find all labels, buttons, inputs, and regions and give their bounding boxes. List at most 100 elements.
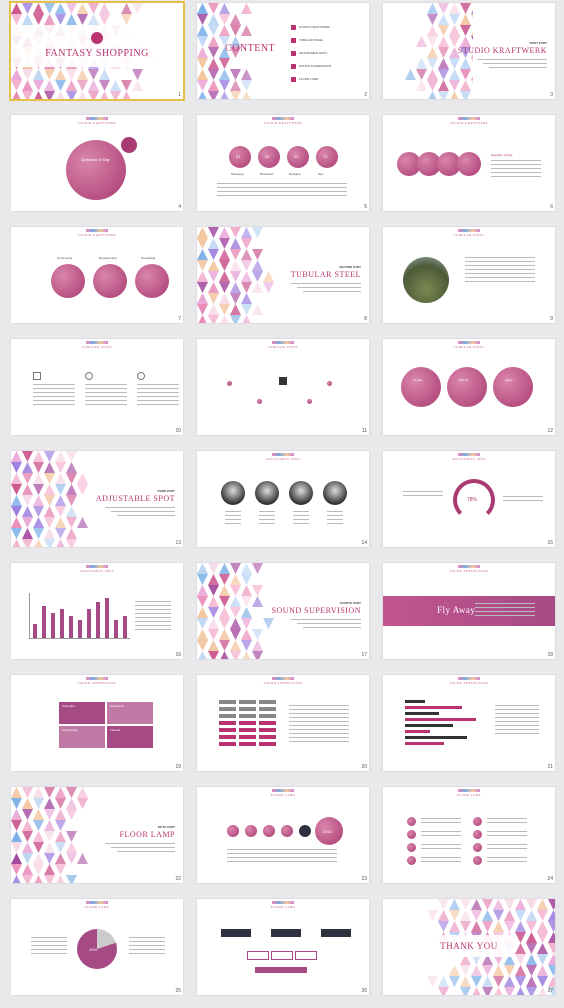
slide-thumbnail[interactable]: TUBULAR STEEL 10 xyxy=(11,339,183,435)
slide-thumbnail[interactable]: STUDIO KRAFTWERK Question of Day 6 xyxy=(383,115,555,211)
text-line xyxy=(135,601,171,602)
slide-header: STUDIO KRAFTWERK xyxy=(11,117,183,125)
text-line xyxy=(303,627,361,628)
slide-title: THANK YOU xyxy=(440,941,498,951)
slide-thumbnail[interactable]: SOUND SUPERVISION Strengths Weakness Opport… xyxy=(11,675,183,771)
crown-icon xyxy=(33,372,41,380)
slide-number: 17 xyxy=(361,652,367,658)
slide-thumbnail[interactable]: FLOOR LAMP 20% 25 xyxy=(11,899,183,995)
text-line xyxy=(327,523,343,524)
hbar-row xyxy=(405,742,444,745)
chart-bar xyxy=(87,609,91,638)
text-line xyxy=(421,835,461,836)
text-line xyxy=(475,611,535,612)
slide-number: 1 xyxy=(178,92,181,98)
slide-header: SOUND SUPERVISION xyxy=(383,565,555,573)
slide-thumbnail[interactable]: STUDIO KRAFTWERK Question of Day 4 xyxy=(11,115,183,211)
text-line xyxy=(135,621,171,622)
slide-thumbnail[interactable]: TUBULAR STEEL 9 xyxy=(383,227,555,323)
hbar-row xyxy=(405,700,425,703)
slide-thumbnail[interactable]: ADJUSTABLE SPOT 78% 15 xyxy=(383,451,555,547)
text-line xyxy=(291,283,361,284)
slide-thumbnail[interactable]: THIRD PART ADJUSTABLE SPOT 13 xyxy=(11,451,183,547)
text-line xyxy=(31,937,67,938)
text-line xyxy=(31,949,67,950)
slide-thumbnail[interactable]: TUBULAR STEEL 11 xyxy=(197,339,369,435)
text-line xyxy=(33,384,75,385)
slide-number: 8 xyxy=(364,316,367,322)
text-line xyxy=(491,172,541,173)
flow-box xyxy=(221,929,251,937)
chart-bar xyxy=(33,623,37,638)
slide-thumbnail[interactable]: ADJUSTABLE SPOT 14 xyxy=(197,451,369,547)
text-line xyxy=(33,404,75,405)
text-line xyxy=(129,953,165,954)
triangle-mosaic xyxy=(11,787,88,883)
text-line xyxy=(465,261,535,262)
text-line xyxy=(289,717,349,718)
slide-thumbnail[interactable]: FLOOR LAMP 2014 23 xyxy=(197,787,369,883)
slide-thumbnail[interactable]: FIFTH PART FLOOR LAMP 22 xyxy=(11,787,183,883)
text-line xyxy=(33,400,75,401)
slide-header: FLOOR LAMP xyxy=(197,901,369,909)
timeline-dot xyxy=(299,825,311,837)
slide-thumbnail[interactable]: THANK YOU 27 xyxy=(383,899,555,995)
content-item-label: ADJUSTABLE SPOT xyxy=(299,51,328,55)
slide-thumbnail[interactable]: ADJUSTABLE SPOT 16 xyxy=(11,563,183,659)
slide-thumbnail[interactable]: TUBULAR STEEL Loyalty Winner Apple 12 xyxy=(383,339,555,435)
text-line xyxy=(491,176,541,177)
text-line xyxy=(465,257,535,258)
icon-bar xyxy=(219,721,236,725)
slide-title: STUDIO KRAFTWERK xyxy=(457,46,547,55)
slide-thumbnail[interactable]: SECOND PART TUBULAR STEEL 8 xyxy=(197,227,369,323)
text-line xyxy=(487,861,527,862)
chart-bar xyxy=(123,616,127,638)
slide-thumbnail[interactable]: SOUND SUPERVISION Fly Away 18 xyxy=(383,563,555,659)
bullet-circle xyxy=(473,830,482,839)
flow-box xyxy=(321,929,351,937)
text-line xyxy=(491,160,541,161)
rss-icon xyxy=(137,372,145,380)
year-label: 2014 xyxy=(323,829,332,834)
slide-thumbnail[interactable]: FLOOR LAMP 24 xyxy=(383,787,555,883)
slide-number: 4 xyxy=(178,204,181,210)
slide-thumbnail[interactable]: STUDIO KRAFTWERK 01 Shopping 02 Developer 03 D… xyxy=(197,115,369,211)
hbar-row xyxy=(405,736,467,739)
slide-header: STUDIO KRAFTWERK xyxy=(197,117,369,125)
text-line xyxy=(259,511,275,512)
slide-thumbnail[interactable]: STUDIO KRAFTWERK Community Development Cons… xyxy=(11,227,183,323)
service-label: Development xyxy=(99,256,117,260)
slide-thumbnail[interactable]: CONTENT STUDIO KRAFTWERK TUBULAR STEEL ADJU… xyxy=(197,3,369,99)
text-line xyxy=(111,511,175,512)
graph-node xyxy=(307,399,312,404)
slide-thumbnail[interactable]: FIRST PART STUDIO KRAFTWERK 3 xyxy=(383,3,555,99)
text-line xyxy=(495,717,539,718)
slide-thumbnail[interactable]: FOURTH PART SOUND SUPERVISION 17 xyxy=(197,563,369,659)
service-circle xyxy=(51,264,85,298)
text-line xyxy=(227,857,337,858)
twitter-bird-icon xyxy=(91,32,103,44)
team-portrait xyxy=(255,481,279,505)
slide-thumbnail[interactable]: SOUND SUPERVISION 20 xyxy=(197,675,369,771)
slide-thumbnail[interactable]: FANTASY SHOPPING 1 xyxy=(9,1,185,101)
text-line xyxy=(289,709,349,710)
slide-number: 14 xyxy=(361,540,367,546)
icon-bar xyxy=(219,742,236,746)
slide-thumbnail[interactable]: SOUND SUPERVISION 21 xyxy=(383,675,555,771)
side-title: Question of Day xyxy=(491,153,513,157)
slide-header: FLOOR LAMP xyxy=(383,789,555,797)
slide-header: ADJUSTABLE SPOT xyxy=(383,453,555,461)
part-label: FIRST PART xyxy=(529,41,547,45)
pie-value: 20% xyxy=(89,947,98,952)
slide-number: 23 xyxy=(361,876,367,882)
slide-number: 6 xyxy=(550,204,553,210)
text-line xyxy=(85,404,127,405)
text-line xyxy=(503,500,543,501)
question-circle xyxy=(66,140,126,200)
text-line xyxy=(293,515,309,516)
text-line xyxy=(475,615,535,616)
text-line xyxy=(465,281,535,282)
feature-circle xyxy=(493,367,533,407)
slide-thumbnail[interactable]: FLOOR LAMP 26 xyxy=(197,899,369,995)
text-line xyxy=(289,725,349,726)
